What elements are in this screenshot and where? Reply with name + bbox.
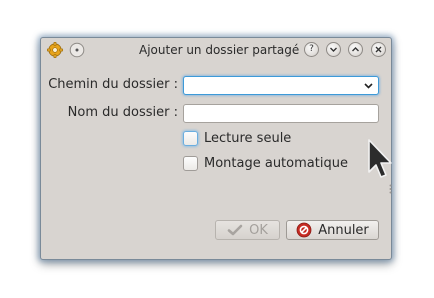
folder-name-label: Nom du dossier : xyxy=(67,105,178,120)
screen: Ajouter un dossier partagé ? Chemin du d… xyxy=(0,0,434,298)
cancel-icon xyxy=(296,222,312,238)
ok-label: OK xyxy=(249,222,268,238)
window-menu-icon[interactable] xyxy=(69,42,85,58)
help-button[interactable]: ? xyxy=(304,42,319,57)
folder-name-label-wrap: Nom du dossier : xyxy=(41,105,178,123)
dialog-window: Ajouter un dossier partagé ? Chemin du d… xyxy=(40,37,392,260)
close-button[interactable] xyxy=(371,42,386,57)
auto-mount-label[interactable]: Montage automatique xyxy=(204,156,348,171)
folder-path-label: Chemin du dossier : xyxy=(48,77,178,92)
chevron-down-icon[interactable] xyxy=(363,80,374,91)
folder-path-combobox[interactable] xyxy=(183,76,379,95)
cancel-button[interactable]: Annuler xyxy=(286,220,379,240)
read-only-checkbox[interactable] xyxy=(183,130,198,146)
gear-icon[interactable] xyxy=(47,42,63,58)
ok-button[interactable]: OK xyxy=(215,220,280,240)
auto-mount-checkbox[interactable] xyxy=(183,155,198,171)
resize-grip[interactable] xyxy=(389,184,392,194)
maximize-button[interactable] xyxy=(348,42,363,57)
window-title: Ajouter un dossier partagé xyxy=(139,43,300,57)
mouse-cursor-icon xyxy=(368,139,392,178)
cancel-label: Annuler xyxy=(318,222,369,238)
checkmark-icon xyxy=(227,224,243,236)
minimize-button[interactable] xyxy=(326,42,341,57)
folder-name-input[interactable] xyxy=(183,104,379,123)
chevron-down-icon xyxy=(330,47,337,52)
read-only-label[interactable]: Lecture seule xyxy=(204,131,291,146)
folder-path-label-wrap: Chemin du dossier : xyxy=(41,77,178,95)
chevron-up-icon xyxy=(352,47,359,52)
titlebar[interactable]: Ajouter un dossier partagé ? xyxy=(41,38,391,62)
read-only-option[interactable]: Lecture seule xyxy=(183,129,291,147)
auto-mount-option[interactable]: Montage automatique xyxy=(183,154,348,172)
close-icon xyxy=(375,46,382,53)
